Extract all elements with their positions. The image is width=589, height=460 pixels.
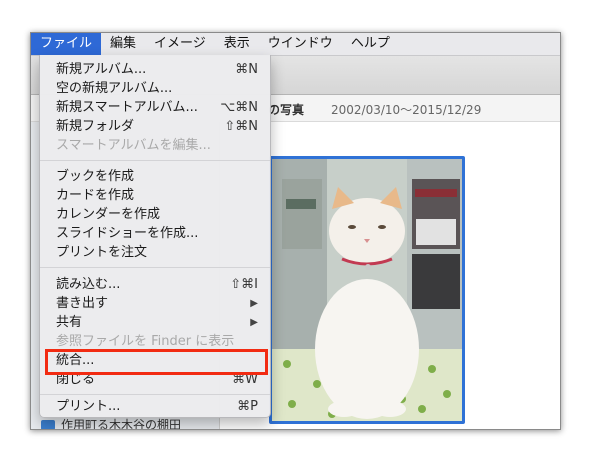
annotation-highlight-box (45, 349, 268, 375)
menu-edit[interactable]: 編集 (101, 33, 145, 55)
sidebar-item-label: 作用町る木木谷の棚田 (61, 418, 182, 430)
menu-item-label: プリントを注文 (56, 245, 148, 260)
shortcut: ⌥⌘N (220, 100, 258, 115)
menu-file[interactable]: ファイル (31, 33, 102, 55)
menu-item-print[interactable]: プリント... ⌘P (40, 397, 270, 416)
cat-photo (272, 159, 462, 421)
menu-item-label: カレンダーを作成 (56, 207, 161, 222)
photos-app-window: ファイル 編集 イメージ 表示 ウインドウ ヘルプ の写真 2002/03/10… (30, 32, 561, 430)
menu-separator (40, 394, 270, 395)
shortcut: ⌘P (237, 399, 258, 414)
menu-item-label: 書き出す (56, 296, 109, 311)
menu-item-create-calendar[interactable]: カレンダーを作成 (40, 205, 270, 224)
menu-item-label: 新規フォルダ (56, 119, 135, 134)
menu-item-import[interactable]: 読み込む... ⇧⌘I (40, 275, 270, 294)
menu-item-label: カードを作成 (56, 188, 135, 203)
menu-separator (40, 267, 270, 268)
menu-item-create-slideshow[interactable]: スライドショーを作成... (40, 224, 270, 243)
shortcut: ⇧⌘I (230, 277, 258, 292)
menu-item-label: スライドショーを作成... (56, 226, 199, 241)
file-menu-dropdown: 新規アルバム... ⌘N 空の新規アルバム... 新規スマートアルバム... ⌥… (39, 55, 271, 418)
menu-item-label: 新規スマートアルバム... (56, 100, 198, 115)
shortcut: ⇧⌘N (224, 119, 258, 134)
menu-help[interactable]: ヘルプ (342, 33, 399, 55)
menu-item-export[interactable]: 書き出す ▶ (40, 294, 270, 313)
menu-item-label: ブックを作成 (56, 169, 135, 184)
menu-item-label: 空の新規アルバム... (56, 81, 173, 96)
menu-item-label: スマートアルバムを編集... (56, 138, 211, 153)
menu-item-label: 読み込む... (56, 277, 121, 292)
menu-item-new-smart-album[interactable]: 新規スマートアルバム... ⌥⌘N (40, 98, 270, 117)
menu-item-new-empty-album[interactable]: 空の新規アルバム... (40, 79, 270, 98)
shortcut: ⌘N (235, 62, 258, 77)
menu-image[interactable]: イメージ (145, 33, 215, 55)
submenu-arrow-icon: ▶ (250, 317, 258, 328)
library-title: の写真 (268, 103, 305, 117)
menu-item-label: プリント... (56, 399, 121, 414)
menu-item-label: 共有 (56, 315, 83, 330)
sidebar-item[interactable]: 作用町る木木谷の棚田 (41, 416, 182, 430)
menu-item-create-book[interactable]: ブックを作成 (40, 167, 270, 186)
album-icon (41, 419, 55, 429)
date-range: 2002/03/10〜2015/12/29 (331, 103, 482, 117)
menu-item-share[interactable]: 共有 ▶ (40, 313, 270, 332)
menu-item-create-card[interactable]: カードを作成 (40, 186, 270, 205)
menu-item-new-folder[interactable]: 新規フォルダ ⇧⌘N (40, 117, 270, 136)
menu-bar: ファイル 編集 イメージ 表示 ウインドウ ヘルプ (31, 33, 560, 56)
menu-item-order-prints[interactable]: プリントを注文 (40, 243, 270, 262)
menu-item-label: 新規アルバム... (56, 62, 147, 77)
menu-window[interactable]: ウインドウ (259, 33, 342, 55)
selected-photo-thumbnail[interactable] (269, 156, 465, 424)
menu-item-new-album[interactable]: 新規アルバム... ⌘N (40, 60, 270, 79)
menu-separator (40, 160, 270, 161)
menu-view[interactable]: 表示 (215, 33, 259, 55)
menu-item-edit-smart-album: スマートアルバムを編集... (40, 136, 270, 155)
submenu-arrow-icon: ▶ (250, 298, 258, 309)
